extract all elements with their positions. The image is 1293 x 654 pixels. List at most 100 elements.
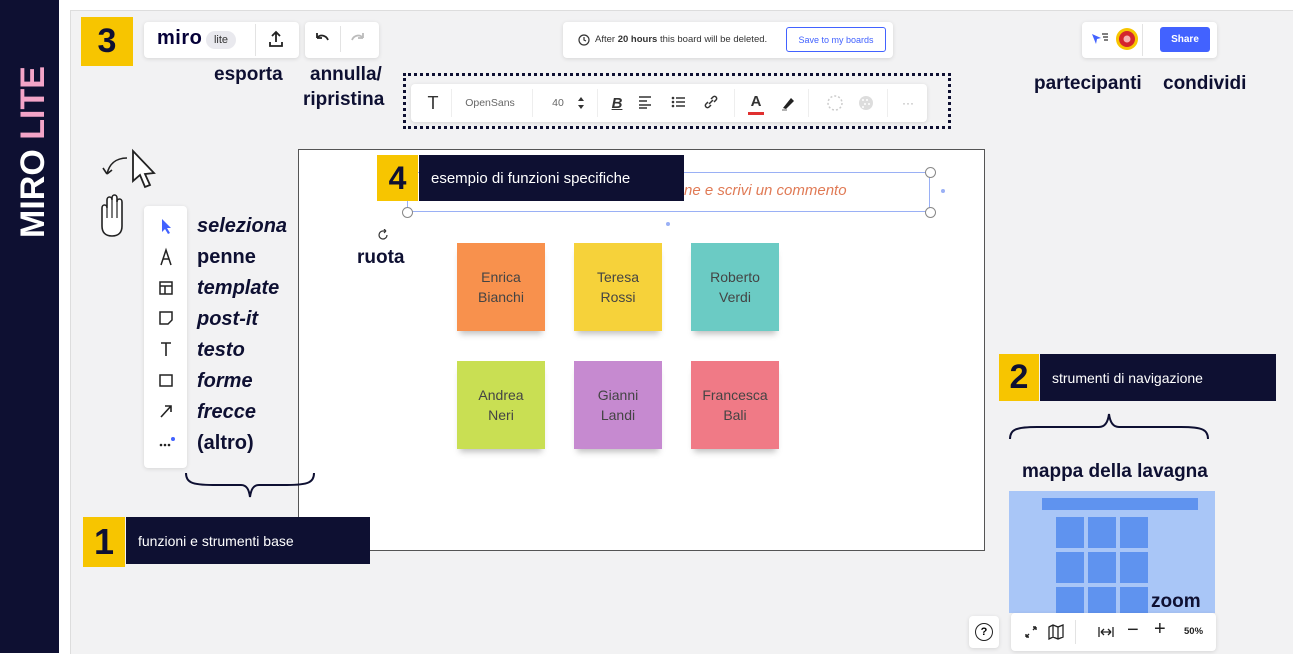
bracket-navigation xyxy=(1009,413,1209,440)
align-icon[interactable] xyxy=(637,95,653,109)
share-annotation: condividi xyxy=(1163,73,1247,94)
divider xyxy=(887,89,888,117)
tool-label-pens: penne xyxy=(197,246,256,268)
zoom-annotation: zoom xyxy=(1151,591,1201,612)
rotate-icon[interactable] xyxy=(377,229,389,241)
specific-functions-label: esempio di funzioni specifiche xyxy=(419,155,684,201)
sticky-text: Roberto Verdi xyxy=(710,269,760,305)
svg-text:MIRO LITE: MIRO LITE xyxy=(14,66,52,238)
arrow-icon[interactable] xyxy=(153,398,179,424)
miro-logo[interactable]: miro xyxy=(157,27,202,50)
sticky-text: Francesca Bali xyxy=(702,387,768,423)
fit-screen-icon[interactable] xyxy=(1024,625,1038,639)
sticky-text: Andrea Neri xyxy=(478,387,524,423)
help-button[interactable]: ? xyxy=(975,623,993,641)
more-icon[interactable] xyxy=(153,429,179,455)
badge-3: 3 xyxy=(81,17,133,66)
minimap-stickies xyxy=(1056,517,1148,618)
badge-2: 2 xyxy=(999,354,1039,401)
lite-word: LITE xyxy=(14,66,52,140)
tool-label-postit: post-it xyxy=(197,308,259,330)
fill-pattern-icon[interactable] xyxy=(857,94,875,112)
tool-label-select: seleziona xyxy=(197,215,288,237)
text-type-icon[interactable]: T xyxy=(420,88,446,118)
divider xyxy=(340,26,341,52)
tool-label-more: (altro) xyxy=(197,432,254,454)
zoom-out-button[interactable]: − xyxy=(1127,619,1139,642)
font-select[interactable]: OpenSans xyxy=(458,88,522,118)
shape-icon[interactable] xyxy=(153,367,179,393)
participants-cursor-icon[interactable] xyxy=(1090,31,1110,47)
bold-button[interactable]: B xyxy=(606,88,628,118)
resize-handle[interactable] xyxy=(925,167,936,178)
template-icon[interactable] xyxy=(153,275,179,301)
side-handle[interactable] xyxy=(941,189,945,193)
miro-word: MIRO xyxy=(14,149,52,238)
zoom-level[interactable]: 50% xyxy=(1184,626,1203,637)
sticky-text: Enrica Bianchi xyxy=(478,269,524,305)
fit-width-icon[interactable] xyxy=(1097,626,1115,638)
textbox-text[interactable]: ne e scrivi un commento xyxy=(684,182,847,199)
divider xyxy=(451,89,452,117)
undo-annotation-line1: annulla/ xyxy=(310,64,382,85)
export-icon[interactable] xyxy=(267,30,285,48)
sticky-note[interactable]: Enrica Bianchi xyxy=(457,243,545,331)
tool-labels: seleziona penne template post-it testo f… xyxy=(197,213,287,461)
divider xyxy=(1075,620,1076,644)
badge-1: 1 xyxy=(83,517,125,567)
list-icon[interactable] xyxy=(670,95,686,109)
sticky-text: Gianni Landi xyxy=(597,387,639,423)
link-icon[interactable] xyxy=(703,94,719,110)
divider xyxy=(597,89,598,117)
sticky-note[interactable]: Teresa Rossi xyxy=(574,243,662,331)
rotate-handle[interactable] xyxy=(666,222,670,226)
more-options-button[interactable]: ··· xyxy=(896,88,920,118)
lite-tag: lite xyxy=(206,31,236,49)
resize-handle[interactable] xyxy=(402,207,413,218)
cursor-icon[interactable] xyxy=(153,213,179,239)
share-button[interactable]: Share xyxy=(1160,27,1210,52)
tools-list xyxy=(153,213,179,455)
export-annotation: esporta xyxy=(214,64,283,85)
bracket-tools xyxy=(185,472,315,498)
text-color-swatch xyxy=(748,112,764,115)
sticky-note[interactable]: Andrea Neri xyxy=(457,361,545,449)
font-size-field[interactable]: 40 xyxy=(544,88,572,118)
pen-icon[interactable] xyxy=(153,244,179,270)
divider xyxy=(808,89,809,117)
zoom-in-button[interactable]: + xyxy=(1154,618,1166,641)
redo-icon[interactable] xyxy=(350,32,366,46)
sticky-note[interactable]: Gianni Landi xyxy=(574,361,662,449)
basic-tools-label: funzioni e strumenti base xyxy=(126,517,370,564)
divider xyxy=(255,24,256,56)
sticky-note[interactable]: Francesca Bali xyxy=(691,361,779,449)
font-size-stepper-icon[interactable] xyxy=(576,95,586,111)
resize-handle[interactable] xyxy=(925,207,936,218)
navigation-label: strumenti di navigazione xyxy=(1040,354,1276,401)
divider xyxy=(734,89,735,117)
text-color-button[interactable]: A xyxy=(745,88,767,114)
tool-label-shapes: forme xyxy=(197,370,253,392)
badge-4: 4 xyxy=(377,155,418,201)
tool-label-arrows: frecce xyxy=(197,401,256,423)
map-icon[interactable] xyxy=(1047,624,1065,640)
tool-label-text: testo xyxy=(197,339,245,361)
text-icon[interactable] xyxy=(153,336,179,362)
highlighter-icon[interactable] xyxy=(779,94,797,112)
miro-lite-title: MIRO LITE xyxy=(14,66,52,238)
undo-icon[interactable] xyxy=(314,32,330,46)
board-map-annotation: mappa della lavagna xyxy=(1022,461,1208,482)
deletion-notice: After 20 hours this board will be delete… xyxy=(595,34,768,45)
rotate-annotation: ruota xyxy=(357,247,405,268)
save-to-boards-button[interactable]: Save to my boards xyxy=(786,27,886,52)
sticky-note-icon[interactable] xyxy=(153,305,179,331)
tool-label-template: template xyxy=(197,277,280,299)
divider xyxy=(532,89,533,117)
avatar[interactable] xyxy=(1115,27,1139,51)
divider xyxy=(1142,24,1143,56)
sticky-note[interactable]: Roberto Verdi xyxy=(691,243,779,331)
border-style-icon[interactable] xyxy=(826,94,844,112)
sticky-text: Teresa Rossi xyxy=(596,269,640,305)
participants-annotation: partecipanti xyxy=(1034,73,1142,94)
undo-annotation-line2: ripristina xyxy=(303,89,385,110)
